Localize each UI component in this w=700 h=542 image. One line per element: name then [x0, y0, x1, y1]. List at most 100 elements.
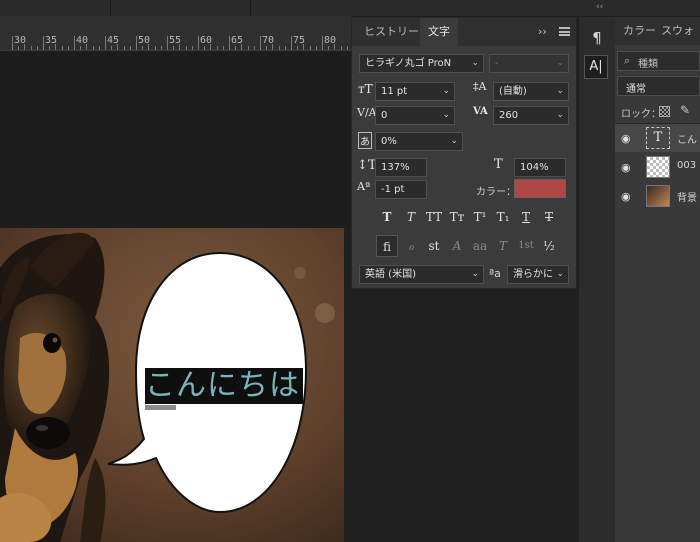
ruler-tick: [123, 46, 125, 50]
ruler-tick: [266, 46, 268, 50]
small-caps-button[interactable]: Tт: [446, 206, 468, 228]
leading-field[interactable]: (自動) ⌄: [493, 82, 569, 101]
ruler-tick: [154, 46, 156, 50]
visibility-eye-icon[interactable]: ◉: [621, 190, 631, 203]
paragraph-panel-icon[interactable]: ¶: [586, 27, 608, 49]
superscript-button[interactable]: T¹: [469, 206, 491, 228]
character-panel: ヒストリー 文字 ›› ヒラギノ丸ゴ ProN ⌄ - ⌄ ᴛT 11 pt ⌄ ‡A…: [351, 17, 577, 289]
ordinals-button[interactable]: 1st: [515, 235, 537, 257]
layer-filter-field[interactable]: ⌕ 種類: [617, 51, 700, 71]
ruler-tick: [30, 46, 32, 50]
leading-value: (自動): [499, 86, 527, 97]
font-size-field[interactable]: 11 pt ⌄: [375, 82, 455, 101]
opentype-buttons-row: ﬁ ℴ st A aa T 1st ½: [376, 235, 566, 257]
strikethrough-button[interactable]: T: [538, 206, 560, 228]
lock-label: ロック：: [621, 109, 661, 120]
language-select[interactable]: 英語 (米国) ⌄: [359, 265, 484, 284]
antialias-value: 滑らかに: [513, 269, 553, 280]
ruler-tick: [340, 46, 342, 50]
chevron-down-icon: ⌄: [556, 58, 564, 68]
tab-color[interactable]: カラー: [623, 17, 656, 45]
ruler-tick: [86, 44, 88, 50]
font-family-select[interactable]: ヒラギノ丸ゴ ProN ⌄: [359, 54, 484, 73]
tracking-value: 260: [499, 110, 519, 121]
style-buttons-row: T T TT Tт T¹ T₁ T T: [376, 206, 566, 228]
ruler-tick: [111, 46, 113, 50]
ruler-tick: [229, 36, 230, 50]
panel-tabs: ヒストリー 文字 ››: [352, 18, 576, 46]
ruler-tick: [167, 36, 168, 50]
all-caps-button[interactable]: TT: [423, 206, 445, 228]
layer-name[interactable]: こん: [677, 131, 697, 146]
baseline-shift-value: -1 pt: [381, 184, 405, 195]
chevron-down-icon: ⌄: [556, 269, 564, 279]
panel-expand-icon[interactable]: ››: [538, 25, 547, 38]
layer-row[interactable]: ◉ T こん: [615, 124, 700, 152]
font-style-select[interactable]: - ⌄: [489, 54, 569, 73]
ruler-tick: [322, 36, 323, 50]
ruler-tick: [284, 46, 286, 50]
layer-name[interactable]: 背景: [677, 189, 697, 204]
ruler-tick: [303, 44, 305, 50]
titling-alternates-button[interactable]: T: [492, 235, 514, 257]
lock-row: ロック： ✎: [615, 101, 700, 123]
ruler-tick: [43, 36, 44, 50]
blend-mode-select[interactable]: 通常: [617, 76, 700, 96]
contextual-alternates-button[interactable]: ℴ: [400, 235, 422, 257]
ruler-tick: [346, 46, 348, 50]
discretionary-ligatures-button[interactable]: st: [423, 235, 445, 257]
layer-row[interactable]: ◉ 背景: [615, 182, 700, 210]
ruler-tick: [253, 46, 255, 50]
tab-character[interactable]: 文字: [420, 18, 458, 46]
tsume-field[interactable]: 0% ⌄: [375, 132, 463, 151]
chevron-down-icon: ⌄: [471, 269, 479, 279]
stylistic-alternates-button[interactable]: aa: [469, 235, 491, 257]
lock-brush-icon[interactable]: ✎: [680, 103, 690, 117]
tracking-icon: VA: [473, 106, 488, 117]
swash-button[interactable]: A: [446, 235, 468, 257]
antialias-select[interactable]: 滑らかに ⌄: [507, 265, 569, 284]
color-panel-tabs: カラー スウォッ: [615, 17, 700, 65]
faux-italic-button[interactable]: T: [400, 206, 422, 228]
ruler-tick: [328, 46, 330, 50]
collapse-panels-icon[interactable]: ‹‹: [596, 2, 603, 12]
document-tab[interactable]: [0, 0, 111, 16]
font-style-value: -: [495, 58, 499, 69]
character-panel-icon[interactable]: A|: [584, 55, 608, 79]
lock-transparency-icon[interactable]: [659, 106, 670, 117]
ruler-tick: [74, 36, 75, 50]
underline-button[interactable]: T: [515, 206, 537, 228]
subscript-button[interactable]: T₁: [492, 206, 514, 228]
horizontal-scale-value: 104%: [520, 162, 549, 173]
baseline-shift-field[interactable]: -1 pt: [375, 180, 427, 199]
kerning-icon: V/A: [357, 106, 377, 119]
tracking-field[interactable]: 260 ⌄: [493, 106, 569, 125]
bubble-text[interactable]: こんにちは: [145, 368, 305, 404]
chevron-down-icon: ⌄: [450, 136, 458, 146]
visibility-eye-icon[interactable]: ◉: [621, 161, 631, 174]
ligatures-button[interactable]: ﬁ: [376, 235, 398, 257]
visibility-eye-icon[interactable]: ◉: [621, 132, 631, 145]
fractions-button[interactable]: ½: [538, 235, 560, 257]
canvas-image[interactable]: こんにちは: [0, 228, 344, 542]
document-tabs-strip: ‹‹: [0, 0, 700, 16]
chevron-down-icon: ⌄: [442, 86, 450, 96]
faux-bold-button[interactable]: T: [376, 206, 398, 228]
tab-history[interactable]: ヒストリー: [356, 18, 427, 46]
search-icon: ⌕: [624, 54, 631, 67]
horizontal-scale-field[interactable]: 104%: [514, 158, 566, 177]
text-color-swatch[interactable]: [514, 179, 566, 198]
ruler-tick: [235, 46, 237, 50]
kerning-field[interactable]: 0 ⌄: [375, 106, 455, 125]
tab-swatches[interactable]: スウォッ: [661, 17, 700, 65]
ruler-tick: [117, 44, 119, 50]
layer-name[interactable]: 003: [677, 160, 696, 171]
layer-row[interactable]: ◉ 003: [615, 153, 700, 181]
vertical-scale-field[interactable]: 137%: [375, 158, 427, 177]
ruler-tick: [148, 44, 150, 50]
ruler-tick: [136, 36, 137, 50]
panel-menu-icon[interactable]: [559, 27, 570, 36]
document-tab[interactable]: [110, 0, 251, 16]
ruler-tick: [278, 46, 280, 50]
ruler-tick: [92, 46, 94, 50]
